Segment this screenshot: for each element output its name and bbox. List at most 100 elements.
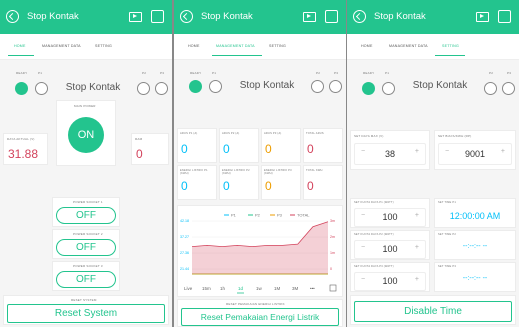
right-tick-label: 3m [330,219,335,223]
quota-label: SET KUOTA DAYA P1 (WATT) [354,201,394,204]
measurement-label: ENERGI LISTRIK P2 (KWH) [222,169,250,175]
range-tab[interactable]: 3M [292,286,299,291]
play-icon[interactable] [303,12,316,22]
quota-stepper[interactable]: − 100 + [354,272,426,291]
tab-indicator [212,54,262,56]
legend-label: P2 [255,213,261,218]
biaya-stepper[interactable]: − 9001 + [438,143,512,165]
tab-setting[interactable]: SETTING [95,44,112,48]
chart-widget: P1 P2 P3 TOTAL 42.18 37.27 27.36 21.44 3m 2m 1m 0 Li… [177,205,343,297]
plus-icon[interactable]: + [501,148,505,155]
measurement-cell: ARUS P3 (A) 0 [261,128,301,163]
time-label: SET TIME P1 [438,201,456,204]
range-tab[interactable]: 1w [256,286,263,291]
quota-label: SET KUOTA DAYA P2 (WATT) [354,233,394,236]
tab-setting[interactable]: SETTING [442,44,459,48]
tab-management-data[interactable]: MANAGEMENT DATA [42,44,81,48]
play-icon[interactable] [476,12,489,22]
socket2-button[interactable]: OFF [56,239,116,256]
legend-label: P1 [231,213,237,218]
play-icon[interactable] [129,12,142,22]
range-tab[interactable]: Live [184,286,193,291]
reset-energy-button[interactable]: Reset Pemakaian Energi Listrik [181,308,339,326]
ram-value: 0 [136,147,143,161]
quota-widget: SET KUOTA DAYA P3 (WATT) − 100 + [350,262,430,292]
daya-label: DAYA AKTUAL (V) [7,137,35,141]
app-header: Stop Kontak [347,0,519,34]
reset-system-label: RESET SYSTEM [71,298,97,302]
reset-system-button[interactable]: Reset System [7,304,165,323]
measurement-cell: ARUS P2 (A) 0 [219,128,259,163]
range-tab[interactable]: ••• [310,286,315,291]
tab-home[interactable]: HOME [188,44,200,48]
time-input[interactable]: --:--:-- -- [435,275,515,282]
back-icon[interactable] [180,10,193,23]
right-tick-label: 0 [330,267,332,271]
range-tab[interactable]: 15m [202,286,211,291]
plus-icon[interactable]: + [415,212,419,219]
measurement-value: 0 [223,179,230,193]
p2-label: P2 [316,71,321,75]
reset-system-widget: RESET SYSTEM Reset System [3,295,169,325]
app-title: Stop Kontak [201,11,253,22]
quota-widget: SET KUOTA DAYA P1 (WATT) − 100 + [350,198,430,228]
p1-led [209,80,222,93]
range-tab[interactable]: 1h [220,286,226,291]
ready-label: READY [16,71,28,75]
plus-icon[interactable]: + [415,148,419,155]
square-icon[interactable] [151,10,164,23]
socket1-widget: POWER SOCKET 1 OFF [52,197,120,227]
back-icon[interactable] [6,10,19,23]
plus-icon[interactable]: + [415,276,419,283]
time-input[interactable]: --:--:-- -- [435,243,515,250]
range-tab[interactable]: 1M [274,286,281,291]
app-title: Stop Kontak [27,11,79,22]
disable-time-widget: Disable Time [350,295,516,325]
square-icon[interactable] [325,10,338,23]
quota-widget: SET KUOTA DAYA P2 (WATT) − 100 + [350,230,430,260]
app-header: Stop Kontak [0,0,172,34]
reset-energy-widget: RESET PEMAKAIAN ENERGI LISTRIK Reset Pem… [177,299,343,327]
plus-icon[interactable]: + [415,244,419,251]
y-tick-label: 21.44 [180,267,189,271]
p2-led [137,82,150,95]
range-tab[interactable]: 1d [238,286,244,291]
main-power-button[interactable]: ON [68,117,104,153]
socket1-button[interactable]: OFF [56,207,116,224]
energy-chart: P1 P2 P3 TOTAL 42.18 37.27 27.36 21.44 3m 2m 1m 0 Li… [180,213,337,294]
daya-max-stepper[interactable]: − 38 + [354,143,426,165]
time-widget: SET TIME P1 12:00:00 AM [434,198,516,228]
time-widget: SET TIME P3 --:--:-- -- [434,262,516,292]
socket3-button[interactable]: OFF [56,271,116,288]
back-icon[interactable] [353,10,366,23]
measurement-value: 0 [265,142,272,156]
title-text: Stop Kontak [65,82,121,93]
tab-management-data[interactable]: MANAGEMENT DATA [216,44,255,48]
time-label: SET TIME P3 [438,265,456,268]
disable-time-button[interactable]: Disable Time [354,301,512,322]
tab-setting[interactable]: SETTING [269,44,286,48]
tab-home[interactable]: HOME [361,44,373,48]
measurement-cell: ENERGI LISTRIK P1 (KWH) 0 [177,165,217,200]
daya-widget: DAYA AKTUAL (V) 31.88 [3,133,48,165]
quota-stepper[interactable]: − 100 + [354,208,426,227]
measurement-label: ARUS P3 (A) [264,132,282,135]
socket2-widget: POWER SOCKET 2 OFF [52,229,120,259]
socket2-label: POWER SOCKET 2 [73,232,103,236]
title-text: Stop Kontak [239,80,295,91]
socket3-label: POWER SOCKET 3 [73,264,103,268]
tab-bar: HOME MANAGEMENT DATA SETTING [347,34,519,60]
measurement-cell: TOTAL KWH 0 [303,165,343,200]
quota-stepper[interactable]: − 100 + [354,240,426,259]
ready-led [189,80,202,93]
tab-management-data[interactable]: MANAGEMENT DATA [389,44,428,48]
expand-icon[interactable] [329,284,337,292]
measurement-cell: ARUS P1 (A) 0 [177,128,217,163]
square-icon[interactable] [498,10,511,23]
app-header: Stop Kontak [174,0,346,34]
ready-led [15,82,28,95]
y-tick-label: 37.27 [180,235,189,239]
time-input[interactable]: 12:00:00 AM [435,211,515,221]
tab-home[interactable]: HOME [14,44,26,48]
daya-value: 31.88 [8,147,39,161]
